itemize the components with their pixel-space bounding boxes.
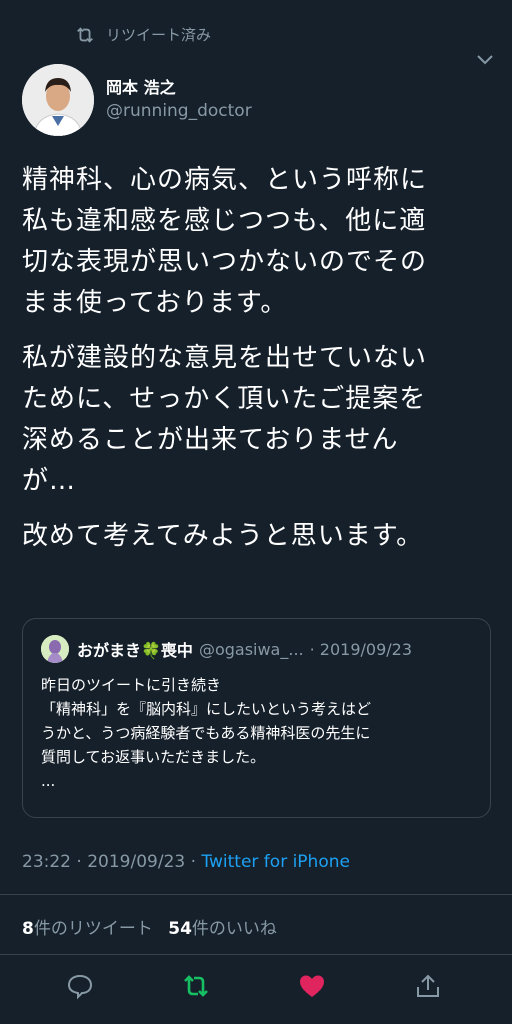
author-block[interactable]: 岡本 浩之 @running_doctor xyxy=(106,78,252,124)
retweeted-indicator: リツイート済み xyxy=(74,24,211,45)
chevron-down-icon[interactable] xyxy=(476,54,494,66)
author-name[interactable]: 岡本 浩之 xyxy=(106,78,252,98)
share-button[interactable] xyxy=(408,966,448,1006)
divider xyxy=(0,954,512,955)
reply-button[interactable] xyxy=(60,966,100,1006)
retweet-stat[interactable]: 8件のリツイート xyxy=(22,919,153,939)
meta-separator: · xyxy=(71,852,88,872)
author-handle[interactable]: @running_doctor xyxy=(106,98,252,124)
tweet-paragraph: 改めて考えてみようと思います。 xyxy=(22,521,424,551)
tweet-paragraph: 私が建設的な意見を出せていない ために、せっかく頂いたご提案を 深めることが出来… xyxy=(22,343,428,496)
quoted-tweet[interactable]: おがまき🍀喪中 @ogasiwa_... · 2019/09/23 昨日のツイー… xyxy=(22,618,491,818)
tweet-stats: 8件のリツイート 54件のいいね xyxy=(22,914,277,939)
retweet-count: 8 xyxy=(22,919,34,939)
like-stat[interactable]: 54件のいいね xyxy=(168,919,277,939)
tweet-text: 精神科、心の病気、という呼称に 私も違和感を感じつつも、他に適 切な表現が思いつ… xyxy=(22,160,492,571)
retweet-icon xyxy=(184,975,208,997)
action-bar xyxy=(0,966,512,1006)
quoted-author-name: おがまき🍀喪中 xyxy=(77,641,193,660)
avatar-photo xyxy=(22,64,94,136)
retweeted-label: リツイート済み xyxy=(106,26,212,44)
tweet-time: 23:22 xyxy=(22,852,71,872)
retweet-count-label: 件のリツイート xyxy=(33,919,153,939)
retweet-button[interactable] xyxy=(176,966,216,1006)
author-avatar[interactable] xyxy=(22,64,94,136)
quoted-author-avatar xyxy=(41,635,69,663)
tweet-date: 2019/09/23 xyxy=(87,852,186,872)
divider xyxy=(0,894,512,895)
share-icon xyxy=(417,974,439,997)
like-button[interactable] xyxy=(292,966,332,1006)
tweet-meta: 23:22 · 2019/09/23 · Twitter for iPhone xyxy=(22,852,350,872)
like-count-label: 件のいいね xyxy=(191,919,277,939)
quoted-author-handle: @ogasiwa_... xyxy=(198,639,304,659)
quoted-tweet-date: · 2019/09/23 xyxy=(309,639,413,659)
quoted-tweet-header: おがまき🍀喪中 @ogasiwa_... · 2019/09/23 xyxy=(41,635,472,663)
quoted-tweet-text: 昨日のツイートに引き続き 「精神科」を『脳内科』にしたいという考えはど うかと、… xyxy=(41,676,372,790)
reply-icon xyxy=(67,974,93,1000)
meta-separator: · xyxy=(185,852,202,872)
like-icon xyxy=(300,975,324,997)
like-count: 54 xyxy=(168,919,192,939)
tweet-paragraph: 精神科、心の病気、という呼称に 私も違和感を感じつつも、他に適 切な表現が思いつ… xyxy=(22,165,428,318)
tweet-source-link[interactable]: Twitter for iPhone xyxy=(201,852,350,872)
retweet-icon xyxy=(77,26,93,43)
